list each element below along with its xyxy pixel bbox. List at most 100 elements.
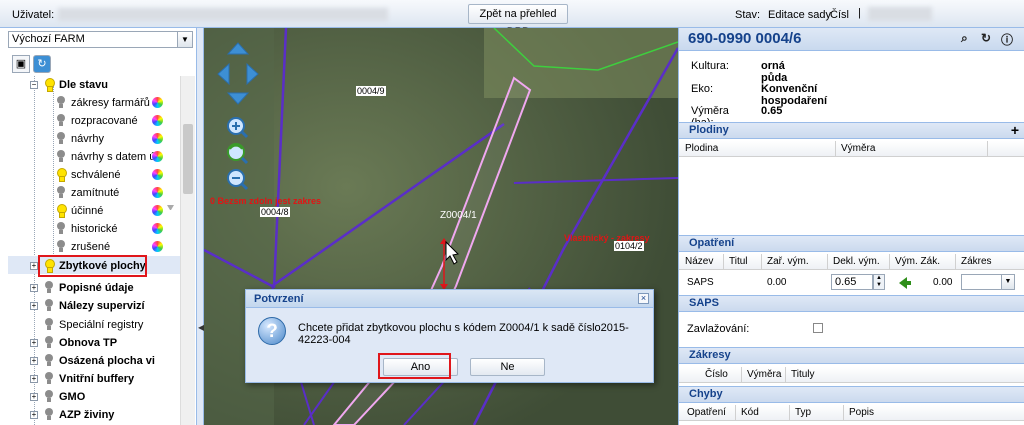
zakres-select[interactable]: ▼: [961, 274, 1015, 290]
bulb-icon[interactable]: [45, 354, 53, 366]
section-title: Opatření: [689, 237, 735, 249]
dekl-vym-input[interactable]: 0.65: [831, 274, 873, 290]
bulb-icon[interactable]: [45, 318, 53, 330]
bulb-icon[interactable]: [57, 240, 65, 252]
close-icon[interactable]: ×: [638, 293, 649, 304]
eko-label: Eko:: [691, 83, 714, 95]
zar-vym-cell: 0.00: [767, 277, 787, 288]
column-header[interactable]: Výměra: [841, 143, 875, 154]
bulb-icon[interactable]: [45, 336, 53, 348]
arrow-left-icon[interactable]: [899, 277, 911, 289]
zakresy-grid-header: Číslo Výměra Tituly: [679, 367, 1024, 383]
refresh-icon[interactable]: ↻: [33, 55, 51, 73]
chevron-down-icon[interactable]: ▼: [177, 32, 192, 47]
expand-icon[interactable]: +: [30, 262, 38, 270]
expand-icon[interactable]: +: [30, 375, 38, 383]
expand-icon[interactable]: +: [30, 284, 38, 292]
no-button[interactable]: Ne: [470, 358, 545, 376]
bulb-icon[interactable]: [45, 390, 53, 402]
bulb-icon[interactable]: [57, 96, 65, 108]
expand-icon[interactable]: +: [30, 411, 38, 419]
color-wheel-icon[interactable]: [152, 187, 163, 198]
bulb-on-icon[interactable]: [57, 204, 67, 218]
column-header[interactable]: Plodina: [685, 143, 718, 154]
color-wheel-icon[interactable]: [152, 133, 163, 144]
column-header[interactable]: Typ: [795, 407, 811, 418]
scrollbar[interactable]: [180, 76, 195, 425]
bulb-icon[interactable]: [45, 299, 53, 311]
section-saps[interactable]: SAPS: [679, 295, 1024, 312]
color-wheel-icon[interactable]: [152, 241, 163, 252]
bulb-icon[interactable]: [45, 281, 53, 293]
bulb-icon[interactable]: [57, 186, 65, 198]
section-chyby[interactable]: Chyby: [679, 386, 1024, 403]
column-header[interactable]: Popis: [849, 407, 874, 418]
section-zakresy[interactable]: Zákresy: [679, 347, 1024, 364]
zavlazovani-checkbox[interactable]: [813, 323, 823, 333]
expand-icon[interactable]: +: [30, 393, 38, 401]
column-header[interactable]: Vým. Zák.: [895, 256, 940, 267]
expand-icon[interactable]: +: [30, 302, 38, 310]
column-header[interactable]: Tituly: [791, 369, 815, 380]
column-separator: [955, 254, 956, 269]
parcel-code: 690-0990 0004/6: [688, 30, 802, 47]
tree-node-label: návrhy s datem ú: [71, 151, 156, 163]
eko-value: Konvenční hospodaření: [761, 83, 828, 107]
search-icon[interactable]: ⌕: [961, 31, 968, 46]
column-separator: [735, 405, 736, 420]
bulb-icon[interactable]: [57, 150, 65, 162]
save-icon[interactable]: ▣: [12, 55, 30, 73]
chevron-down-icon[interactable]: ▼: [1001, 275, 1014, 289]
bulb-icon[interactable]: [45, 408, 53, 420]
section-opatreni[interactable]: Opatření: [679, 235, 1024, 252]
bulb-icon[interactable]: [45, 372, 53, 384]
expand-icon[interactable]: +: [30, 357, 38, 365]
selected-parcel-label: Z0004/1: [440, 210, 477, 221]
spinner-icon[interactable]: ▲ ▼: [873, 274, 885, 290]
bulb-icon[interactable]: [57, 114, 65, 126]
column-separator: [843, 405, 844, 420]
column-header[interactable]: Zákres: [961, 256, 992, 267]
color-wheel-icon[interactable]: [152, 115, 163, 126]
filter-icon[interactable]: [167, 205, 174, 214]
tree-node-label: Speciální registry: [59, 319, 144, 331]
profile-select[interactable]: Výchozí FARM ▼: [8, 31, 193, 48]
color-wheel-icon[interactable]: [152, 223, 163, 234]
layer-tools: ▣ ↻: [12, 55, 54, 73]
color-wheel-icon[interactable]: [152, 151, 163, 162]
bulb-icon[interactable]: [57, 132, 65, 144]
column-separator: [723, 254, 724, 269]
bulb-on-icon[interactable]: [45, 78, 55, 92]
add-icon[interactable]: +: [1011, 123, 1019, 138]
column-header[interactable]: Dekl. vým.: [833, 256, 880, 267]
user-name-redacted: [58, 8, 388, 21]
color-wheel-icon[interactable]: [152, 97, 163, 108]
refresh-icon[interactable]: ↻: [981, 31, 991, 45]
expand-icon[interactable]: +: [30, 339, 38, 347]
section-plodiny[interactable]: Plodiny +: [679, 122, 1024, 139]
bulb-on-icon[interactable]: [57, 168, 67, 182]
info-icon[interactable]: ⓘ: [1001, 31, 1013, 48]
column-header[interactable]: Číslo: [705, 369, 728, 380]
tree-node-label: zrušené: [71, 241, 111, 253]
column-header[interactable]: Titul: [729, 256, 748, 267]
map-annotation: Vlastnický - zakresy: [564, 233, 650, 243]
column-separator: [987, 141, 988, 156]
column-header[interactable]: Název: [685, 256, 713, 267]
column-header[interactable]: Výměra: [747, 369, 781, 380]
tree-node-label: schválené: [71, 169, 121, 181]
scrollbar-thumb[interactable]: [183, 124, 193, 194]
opatreni-row[interactable]: SAPS 0.00 0.65 ▲ ▼ 0.00 ▼: [679, 271, 1024, 293]
bulb-icon[interactable]: [57, 222, 65, 234]
tree-node-label: AZP živiny: [59, 409, 115, 421]
color-wheel-icon[interactable]: [152, 169, 163, 180]
left-panel-splitter[interactable]: ◀: [197, 28, 204, 425]
number-label: Čísl: [830, 9, 849, 21]
column-header[interactable]: Kód: [741, 407, 759, 418]
color-wheel-icon[interactable]: [152, 205, 163, 216]
back-to-overview-button[interactable]: Zpět na přehled DPB: [468, 4, 568, 38]
collapse-icon[interactable]: −: [30, 81, 38, 89]
kultura-label: Kultura:: [691, 60, 729, 72]
column-header[interactable]: Zař. vým.: [767, 256, 809, 267]
column-header[interactable]: Opatření: [687, 407, 726, 418]
